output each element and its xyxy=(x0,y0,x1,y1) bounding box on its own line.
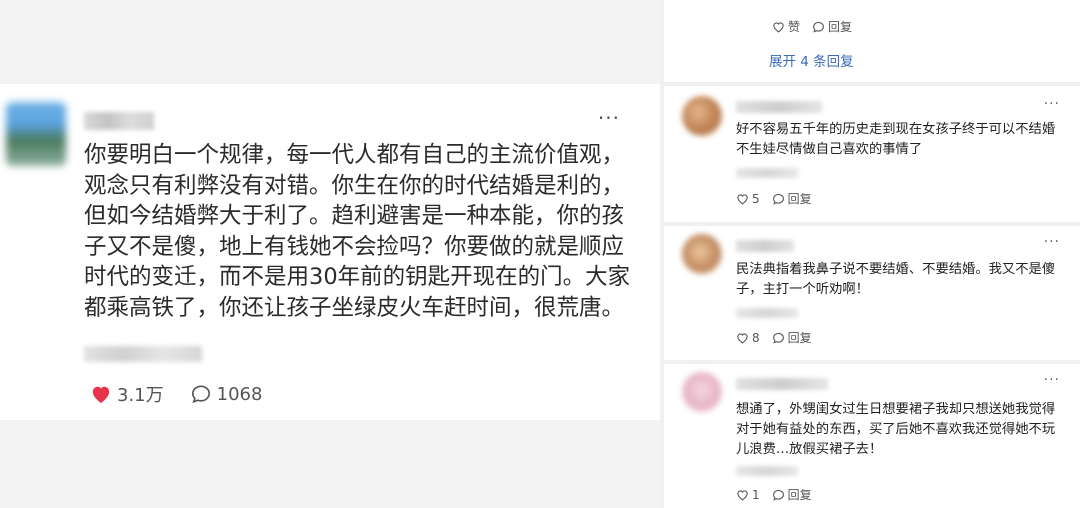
like-count: 3.1万 xyxy=(117,385,164,406)
reply-button[interactable]: 回复 xyxy=(772,329,812,346)
comment-text: 想通了，外甥闺女过生日想要裙子我却只想送她我觉得 对于她有益处的东西，买了后她不… xyxy=(736,402,1056,457)
commenter-avatar[interactable] xyxy=(682,96,722,136)
like-count: 5 xyxy=(752,191,760,206)
comment-bubble-icon xyxy=(191,385,210,404)
reply-label: 回复 xyxy=(787,192,812,206)
commenter-name-redacted[interactable] xyxy=(736,240,794,252)
more-options-icon[interactable]: ··· xyxy=(1044,234,1060,250)
like-count: 8 xyxy=(752,330,760,345)
like-label: 赞 xyxy=(788,20,801,34)
comment-meta-redacted xyxy=(736,466,798,476)
more-options-icon[interactable]: ··· xyxy=(598,106,620,130)
like-button[interactable]: 8 xyxy=(736,329,760,346)
reply-button[interactable]: 回复 xyxy=(772,486,812,503)
more-options-icon[interactable]: ··· xyxy=(1044,96,1060,112)
comment-text: 好不容易五千年的历史走到现在女孩子终于可以不结婚 不生娃尽情做自己喜欢的事情了 xyxy=(736,122,1056,157)
like-button[interactable]: 1 xyxy=(736,486,760,503)
comment-meta-redacted xyxy=(736,168,798,178)
reply-button[interactable]: 回复 xyxy=(812,18,852,35)
comment-count: 1068 xyxy=(216,383,263,405)
heart-outline-icon xyxy=(773,21,784,33)
heart-outline-icon xyxy=(737,193,748,205)
comment-item: ··· 想通了，外甥闺女过生日想要裙子我却只想送她我觉得 对于她有益处的东西，买… xyxy=(664,364,1080,508)
comment-actions: 5 回复 xyxy=(736,190,824,207)
expand-replies-link[interactable]: 展开 4 条回复 xyxy=(769,50,854,70)
reply-button[interactable]: 回复 xyxy=(772,190,812,207)
post-body-text: 你要明白一个规律，每一代人都有自己的主流价值观， 观念只有利弊没有对错。你生在你… xyxy=(84,142,631,321)
commenter-avatar[interactable] xyxy=(682,372,722,412)
more-options-icon[interactable]: ··· xyxy=(1044,372,1060,388)
like-count: 1 xyxy=(752,487,760,502)
post-meta-redacted xyxy=(84,346,202,362)
like-button[interactable]: 赞 xyxy=(772,18,800,35)
reply-label: 回复 xyxy=(787,488,812,502)
comment-meta-redacted xyxy=(736,308,798,318)
previous-comment-actions: 赞 回复 xyxy=(772,18,864,35)
reply-label: 回复 xyxy=(828,20,853,34)
comment-button[interactable]: 1068 xyxy=(190,383,263,405)
author-name-redacted[interactable] xyxy=(84,112,154,130)
comment-bubble-icon xyxy=(813,21,824,32)
commenter-avatar[interactable] xyxy=(682,234,722,274)
post-card: ··· 你要明白一个规律，每一代人都有自己的主流价值观， 观念只有利弊没有对错。… xyxy=(0,84,660,420)
reply-label: 回复 xyxy=(787,331,812,345)
comment-bubble-icon xyxy=(772,332,784,343)
comment-item: ··· 民法典指着我鼻子说不要结婚、不要结婚。我又不是傻 子，主打一个听劝啊！ … xyxy=(664,226,1080,356)
heart-outline-icon xyxy=(737,332,748,344)
commenter-name-redacted[interactable] xyxy=(736,101,822,113)
comment-item: ··· 好不容易五千年的历史走到现在女孩子终于可以不结婚 不生娃尽情做自己喜欢的… xyxy=(664,86,1080,216)
post-actions-bar: 3.1万 1068 xyxy=(90,381,288,407)
heart-outline-icon xyxy=(737,489,748,501)
comment-bubble-icon xyxy=(772,489,784,500)
comment-actions: 8 回复 xyxy=(736,329,824,346)
author-avatar[interactable] xyxy=(6,102,66,166)
like-button[interactable]: 3.1万 xyxy=(90,381,164,407)
comment-actions: 1 回复 xyxy=(736,486,824,503)
comment-text: 民法典指着我鼻子说不要结婚、不要结婚。我又不是傻 子，主打一个听劝啊！ xyxy=(736,262,1056,297)
like-button[interactable]: 5 xyxy=(736,190,760,207)
heart-icon xyxy=(92,386,110,404)
comment-bubble-icon xyxy=(772,193,784,204)
commenter-name-redacted[interactable] xyxy=(736,378,828,390)
